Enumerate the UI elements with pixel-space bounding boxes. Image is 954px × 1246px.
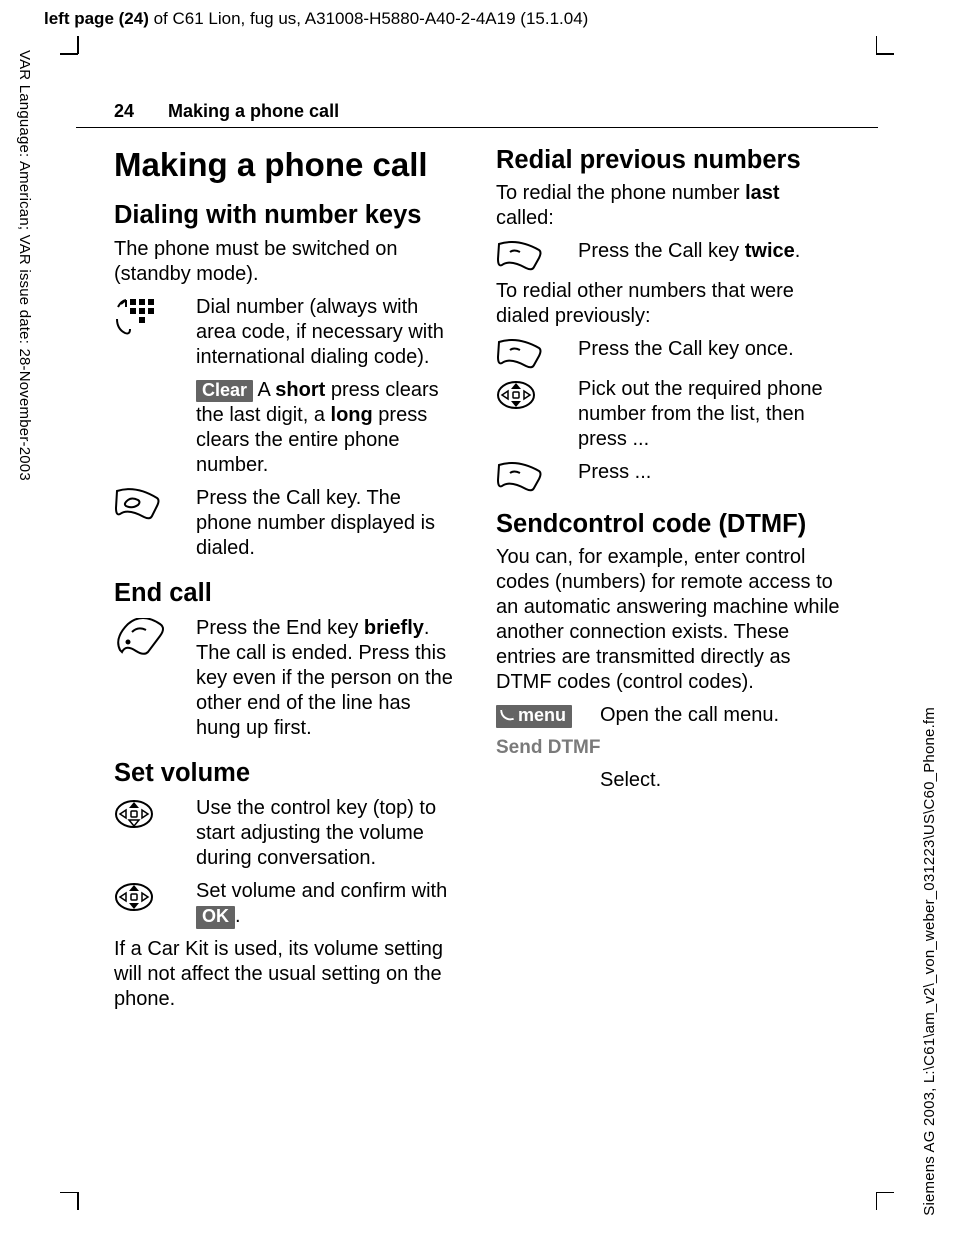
redial-pick: Pick out the required phone number from … xyxy=(578,377,842,452)
call-key-icon xyxy=(114,486,182,561)
redial-once: Press the Call key once. xyxy=(578,337,842,369)
end-instruction: Press the End key briefly. The call is e… xyxy=(196,616,460,741)
crop-mark xyxy=(876,1192,894,1194)
call-key-icon xyxy=(496,337,564,369)
dialing-intro: The phone must be switched on (standby m… xyxy=(114,237,460,287)
control-key-up-icon xyxy=(114,796,182,871)
heading-redial: Redial previous numbers xyxy=(496,146,842,175)
end-key-icon xyxy=(114,616,182,741)
redial-press: Press ... xyxy=(578,460,842,492)
heading-dialing: Dialing with number keys xyxy=(114,201,460,230)
heading-set-volume: Set volume xyxy=(114,759,460,788)
spacer xyxy=(496,768,586,793)
header-slug-bold: left page (24) xyxy=(44,9,149,28)
control-key-icon xyxy=(114,879,182,929)
spacer xyxy=(114,378,182,478)
page-title: Making a phone call xyxy=(114,146,460,184)
page-body: 24 Making a phone call Making a phone ca… xyxy=(76,36,878,1210)
side-text-left: VAR Language: American; VAR issue date: … xyxy=(14,50,33,481)
dtmf-select: Select. xyxy=(600,768,842,793)
header-slug-rest: of C61 Lion, fug us, A31008-H5880-A40-2-… xyxy=(149,9,588,28)
heading-dtmf: Sendcontrol code (DTMF) xyxy=(496,510,842,539)
volume-instruction-2: Set volume and confirm with OK. xyxy=(196,879,460,929)
send-dtmf-label: Send DTMF xyxy=(496,736,842,760)
dtmf-body: You can, for example, enter control code… xyxy=(496,545,842,695)
call-key-icon xyxy=(496,239,564,271)
call-key-icon xyxy=(496,460,564,492)
clear-softkey: Clear xyxy=(196,380,253,403)
crop-mark xyxy=(876,53,894,55)
keypad-icon xyxy=(114,295,182,370)
call-instruction: Press the Call key. The phone number dis… xyxy=(196,486,460,561)
redial-intro: To redial the phone number last called: xyxy=(496,181,842,231)
running-title: Making a phone call xyxy=(168,100,339,123)
dial-instruction: Dial number (always with area code, if n… xyxy=(196,295,460,370)
menu-softkey: menu xyxy=(496,705,572,728)
open-call-menu: Open the call menu. xyxy=(600,703,842,728)
redial-twice: Press the Call key twice. xyxy=(578,239,842,271)
carkit-note: If a Car Kit is used, its volume setting… xyxy=(114,937,460,1012)
menu-softkey-wrap: menu xyxy=(496,703,586,728)
ok-softkey: OK xyxy=(196,906,235,929)
column-left: Making a phone call Dialing with number … xyxy=(114,146,460,1021)
header-slug: left page (24) of C61 Lion, fug us, A310… xyxy=(44,8,588,29)
redial-other-intro: To redial other numbers that were dialed… xyxy=(496,279,842,329)
column-right: Redial previous numbers To redial the ph… xyxy=(496,146,842,1021)
clear-instruction: Clear A short press clears the last digi… xyxy=(196,378,460,478)
volume-instruction-1: Use the control key (top) to start adjus… xyxy=(196,796,460,871)
running-head: 24 Making a phone call xyxy=(76,36,878,128)
control-key-icon xyxy=(496,377,564,452)
page-number: 24 xyxy=(114,100,134,123)
side-text-right: Siemens AG 2003, L:\C61\am_v2\_von_weber… xyxy=(921,707,940,1216)
heading-end-call: End call xyxy=(114,579,460,608)
